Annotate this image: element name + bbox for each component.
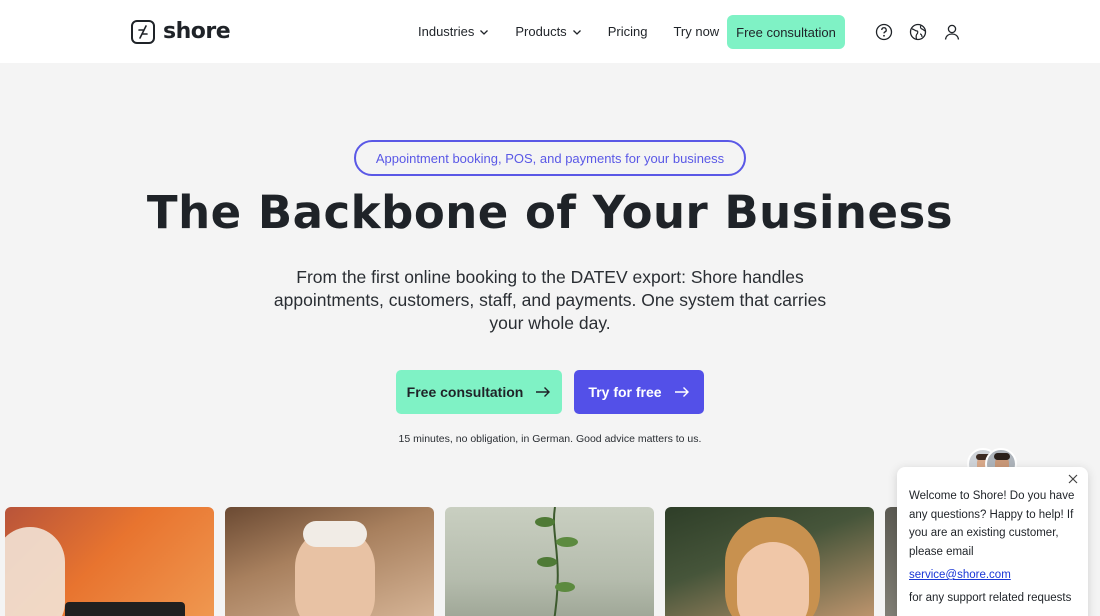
chat-popup: Welcome to Shore! Do you have any questi… [897,467,1088,616]
shore-logo[interactable]: shore [131,19,231,44]
site-header: shore Industries Products Pricing Try no… [0,0,1100,63]
consultation-note: 15 minutes, no obligation, in German. Go… [398,433,702,445]
chevron-down-icon [572,29,581,35]
arrow-right-icon [674,387,689,397]
nav-industries[interactable]: Industries [418,24,489,39]
close-icon[interactable] [1067,473,1079,485]
main-nav: Industries Products Pricing Try now [418,0,745,63]
nav-products-label: Products [515,24,567,39]
language-globe-icon[interactable] [909,23,927,41]
photo-card-plant [445,507,654,616]
hero-title: The Backbone of Your Business [146,186,954,239]
nav-products[interactable]: Products [515,24,581,39]
account-user-icon[interactable] [943,23,961,41]
nav-industries-label: Industries [418,24,475,39]
tagline-pill: Appointment booking, POS, and payments f… [354,140,746,176]
hero-subtitle: From the first online booking to the DAT… [273,267,827,333]
try-for-free-label: Try for free [588,384,662,400]
photo-card-woman [665,507,874,616]
logo-text: shore [163,19,231,44]
logo-mark-icon [131,19,155,44]
nav-try-now-label: Try now [673,24,720,39]
nav-try-now[interactable]: Try now [673,24,719,39]
photo-card-man [225,507,434,616]
try-for-free-button[interactable]: Try for free [574,370,704,414]
chat-message: Welcome to Shore! Do you have any questi… [909,490,1075,558]
photo-card-laptop [5,507,214,616]
free-consultation-label: Free consultation [406,384,524,400]
nav-pricing-label: Pricing [607,24,648,39]
header-free-consultation-button[interactable]: Free consultation [727,15,845,49]
arrow-right-icon [536,387,551,397]
free-consultation-button[interactable]: Free consultation [396,370,562,414]
support-email-link[interactable]: service@shore.com [909,569,1076,581]
chat-tail-text: for any support related requests [909,592,1072,604]
chevron-down-icon [480,29,489,35]
help-icon[interactable] [875,23,893,41]
nav-pricing[interactable]: Pricing [608,24,648,39]
